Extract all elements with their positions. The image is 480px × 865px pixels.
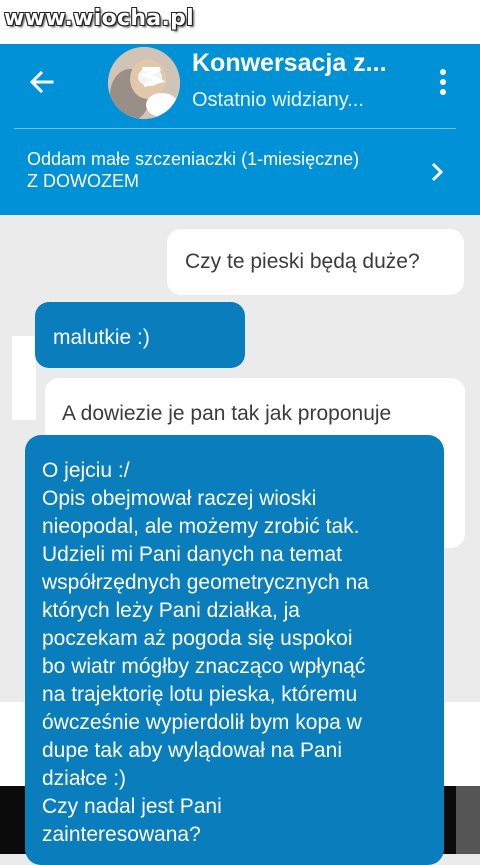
message-line: Opis obejmował raczej wioski bbox=[42, 487, 317, 510]
header-divider bbox=[14, 128, 456, 129]
message-bubble-incoming-long: O jejciu :/ Opis obejmował raczej wioski… bbox=[25, 435, 444, 865]
listing-title-line1: Oddam małe szczeniaczki (1-miesięczne) bbox=[27, 149, 360, 169]
navigation-bar-edge bbox=[456, 786, 480, 854]
message-line: O jejciu :/ bbox=[42, 459, 130, 482]
background-scrap bbox=[12, 336, 36, 420]
message-bubble-incoming: malutkie :) bbox=[35, 302, 245, 368]
more-vert-icon[interactable] bbox=[436, 66, 450, 98]
message-line: zainteresowana? bbox=[42, 823, 201, 846]
conversation-title: Konwersacja z... bbox=[192, 49, 387, 77]
message-text: Czy te pieski będą duże? bbox=[185, 250, 420, 273]
message-line: Udzieli mi Pani danych na temat bbox=[42, 543, 342, 566]
watermark-bar: www.wiocha.pl bbox=[0, 0, 480, 44]
watermark-logo: www.wiocha.pl bbox=[4, 6, 194, 31]
message-line: których leży Pani działka, ja bbox=[42, 599, 300, 622]
message-text: A dowiezie je pan tak jak proponuje bbox=[62, 402, 392, 425]
listing-title-line2: Z DOWOZEM bbox=[27, 171, 139, 191]
message-line: dupe tak aby wylądował na Pani bbox=[42, 739, 343, 762]
message-line: współrzędnych geometrycznych na bbox=[42, 571, 369, 594]
contact-avatar[interactable] bbox=[108, 47, 180, 119]
chevron-right-icon[interactable] bbox=[428, 160, 446, 184]
chat-header: Konwersacja z... Ostatnio widziany... Od… bbox=[0, 44, 480, 215]
message-line: Czy nadal jest Pani bbox=[42, 795, 222, 818]
back-arrow-icon[interactable] bbox=[26, 66, 58, 98]
message-line: poczekam aż pogoda się uspokoi bbox=[42, 627, 353, 650]
last-seen-status: Ostatnio widziany... bbox=[192, 89, 364, 111]
message-line: nieopodal, ale możemy zrobić tak. bbox=[42, 515, 360, 538]
message-bubble-outgoing: Czy te pieski będą duże? bbox=[167, 229, 464, 295]
listing-link[interactable]: Oddam małe szczeniaczki (1-miesięczne) Z… bbox=[27, 148, 427, 192]
message-line: ówcześnie wypierdolił bym kopa w bbox=[42, 711, 362, 734]
message-line: działce :) bbox=[42, 767, 127, 790]
message-text: malutkie :) bbox=[53, 326, 150, 349]
message-line: bo wiatr mógłby znacząco wpłynąć bbox=[42, 655, 366, 678]
message-line: na trajektorię lotu pieska, któremu bbox=[42, 683, 358, 706]
